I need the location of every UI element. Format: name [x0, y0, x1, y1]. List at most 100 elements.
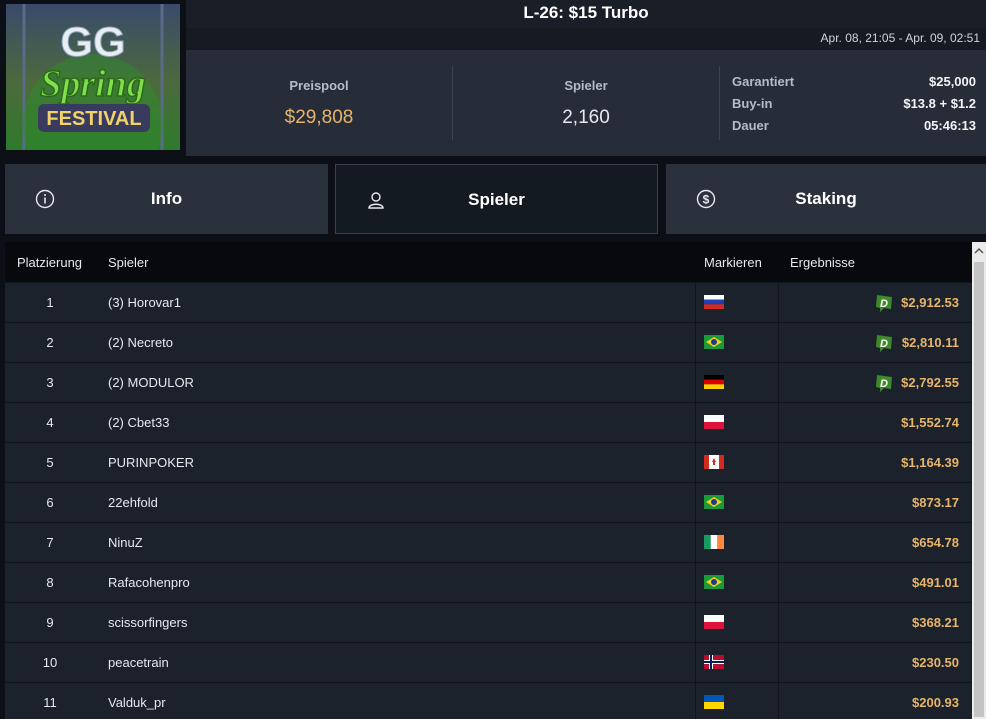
- flag-cell: [695, 483, 779, 522]
- result-cell: $1,164.39: [901, 455, 959, 470]
- rank-cell: 2: [46, 335, 54, 350]
- player-name-cell: scissorfingers: [108, 615, 188, 630]
- tournament-title: L-26: $15 Turbo: [523, 3, 649, 22]
- players-label: Spieler: [564, 78, 608, 93]
- prize-pool-value: $29,808: [284, 107, 354, 128]
- tab-players[interactable]: Spieler: [335, 164, 658, 234]
- players-value: 2,160: [562, 107, 610, 128]
- buyin-value: $13.8 + $1.2: [903, 96, 976, 111]
- guaranteed-label: Garantiert: [732, 74, 795, 89]
- table-row[interactable]: 10 peacetrain $230.50: [5, 642, 972, 682]
- player-name-cell: (2) MODULOR: [108, 375, 194, 390]
- buyin-label: Buy-in: [732, 96, 773, 111]
- result-cell: $654.78: [912, 535, 959, 550]
- header-rank[interactable]: Platzierung: [17, 255, 82, 270]
- result-cell: $873.17: [912, 495, 959, 510]
- ukraine-flag-icon: [704, 695, 724, 709]
- player-name-cell: peacetrain: [108, 655, 169, 670]
- flag-cell: [695, 523, 779, 562]
- result-cell: $1,552.74: [901, 415, 959, 430]
- rank-cell: 3: [46, 375, 54, 390]
- tab-bar: Info Spieler $ Staking: [0, 156, 986, 242]
- table-row[interactable]: 6 22ehfold $873.17: [5, 482, 972, 522]
- table-row[interactable]: 2 (2) Necreto D $2,810.11: [5, 322, 972, 362]
- result-cell: $230.50: [912, 655, 959, 670]
- ireland-flag-icon: [704, 535, 724, 549]
- divider: [719, 66, 720, 140]
- scrollbar[interactable]: [972, 242, 986, 719]
- rank-cell: 10: [42, 655, 58, 670]
- result-cell: $200.93: [912, 695, 959, 710]
- logo-image: GG Spring FESTIVAL: [6, 4, 180, 150]
- players-stat: Spieler 2,160: [453, 50, 719, 156]
- date-bar: Apr. 08, 21:05 - Apr. 09, 02:51: [186, 28, 986, 50]
- rank-cell: 11: [43, 695, 57, 710]
- player-name-cell: Valduk_pr: [108, 695, 166, 710]
- canada-flag-icon: [704, 455, 724, 469]
- table-row[interactable]: 5 PURINPOKER $1,164.39: [5, 442, 972, 482]
- tab-staking-label: Staking: [795, 189, 857, 208]
- table-row[interactable]: 8 Rafacohenpro $491.01: [5, 562, 972, 602]
- poland-flag-icon: [704, 615, 724, 629]
- tab-info-label: Info: [150, 189, 183, 208]
- table-row[interactable]: 7 NinuZ $654.78: [5, 522, 972, 562]
- result-cell: $491.01: [912, 575, 959, 590]
- table-row[interactable]: 4 (2) Cbet33 $1,552.74: [5, 402, 972, 442]
- rank-cell: 5: [46, 455, 54, 470]
- rank-cell: 9: [46, 615, 54, 630]
- table-body: 1 (3) Horovar1 D $2,912.53 2 (2) Necreto D $2,8…: [5, 282, 972, 719]
- d-badge-icon: D: [876, 375, 892, 392]
- header-result[interactable]: Ergebnisse: [790, 255, 855, 270]
- table-row[interactable]: 11 Valduk_pr $200.93: [5, 682, 972, 719]
- table-row[interactable]: 9 scissorfingers $368.21: [5, 602, 972, 642]
- table-row[interactable]: 3 (2) MODULOR D $2,792.55: [5, 362, 972, 402]
- table-header: Platzierung Spieler Markieren Ergebnisse: [5, 242, 972, 282]
- tournament-logo: GG Spring FESTIVAL: [0, 0, 186, 156]
- result-cell: $368.21: [912, 615, 959, 630]
- flag-cell: [695, 603, 779, 642]
- svg-text:D: D: [880, 338, 888, 350]
- svg-text:GG: GG: [60, 18, 125, 65]
- date-range: Apr. 08, 21:05 - Apr. 09, 02:51: [820, 31, 980, 45]
- tab-info[interactable]: Info: [5, 164, 328, 234]
- duration-label: Dauer: [732, 118, 769, 133]
- rank-cell: 1: [46, 295, 54, 310]
- rank-cell: 6: [46, 495, 54, 510]
- brazil-flag-icon: [704, 495, 724, 509]
- header-flag[interactable]: Markieren: [704, 255, 762, 270]
- brazil-flag-icon: [704, 335, 724, 349]
- flag-cell: [695, 323, 779, 362]
- d-badge-icon: D: [876, 295, 892, 312]
- chevron-up-icon: [974, 247, 984, 254]
- player-name-cell: (2) Cbet33: [108, 415, 170, 430]
- rank-cell: 7: [46, 535, 54, 550]
- tab-staking[interactable]: $ Staking: [666, 164, 986, 234]
- poland-flag-icon: [704, 415, 724, 429]
- flag-cell: [695, 363, 779, 402]
- flag-cell: [695, 643, 779, 682]
- player-name-cell: 22ehfold: [108, 495, 158, 510]
- russia-flag-icon: [704, 295, 724, 309]
- result-cell: $2,792.55: [901, 375, 959, 390]
- scroll-thumb[interactable]: [974, 262, 984, 717]
- players-table: Platzierung Spieler Markieren Ergebnisse…: [5, 242, 972, 719]
- header-player[interactable]: Spieler: [108, 255, 148, 270]
- flag-cell: [695, 283, 779, 322]
- player-name-cell: (2) Necreto: [108, 335, 174, 350]
- table-row[interactable]: 1 (3) Horovar1 D $2,912.53: [5, 282, 972, 322]
- svg-text:D: D: [880, 298, 888, 310]
- stats-panel: Preispool $29,808 Spieler 2,160 Garantie…: [186, 50, 986, 156]
- prize-pool-stat: Preispool $29,808: [186, 50, 452, 156]
- norway-flag-icon: [704, 655, 724, 669]
- player-name-cell: Rafacohenpro: [108, 575, 190, 590]
- brazil-flag-icon: [704, 575, 724, 589]
- title-bar: L-26: $15 Turbo: [186, 0, 986, 28]
- germany-flag-icon: [704, 375, 724, 389]
- rank-cell: 8: [46, 575, 54, 590]
- guaranteed-value: $25,000: [929, 74, 976, 89]
- rank-cell: 4: [46, 415, 54, 430]
- scroll-up-button[interactable]: [972, 242, 986, 260]
- svg-text:D: D: [880, 378, 888, 390]
- prize-pool-label: Preispool: [289, 78, 349, 93]
- tab-players-label: Spieler: [468, 190, 525, 209]
